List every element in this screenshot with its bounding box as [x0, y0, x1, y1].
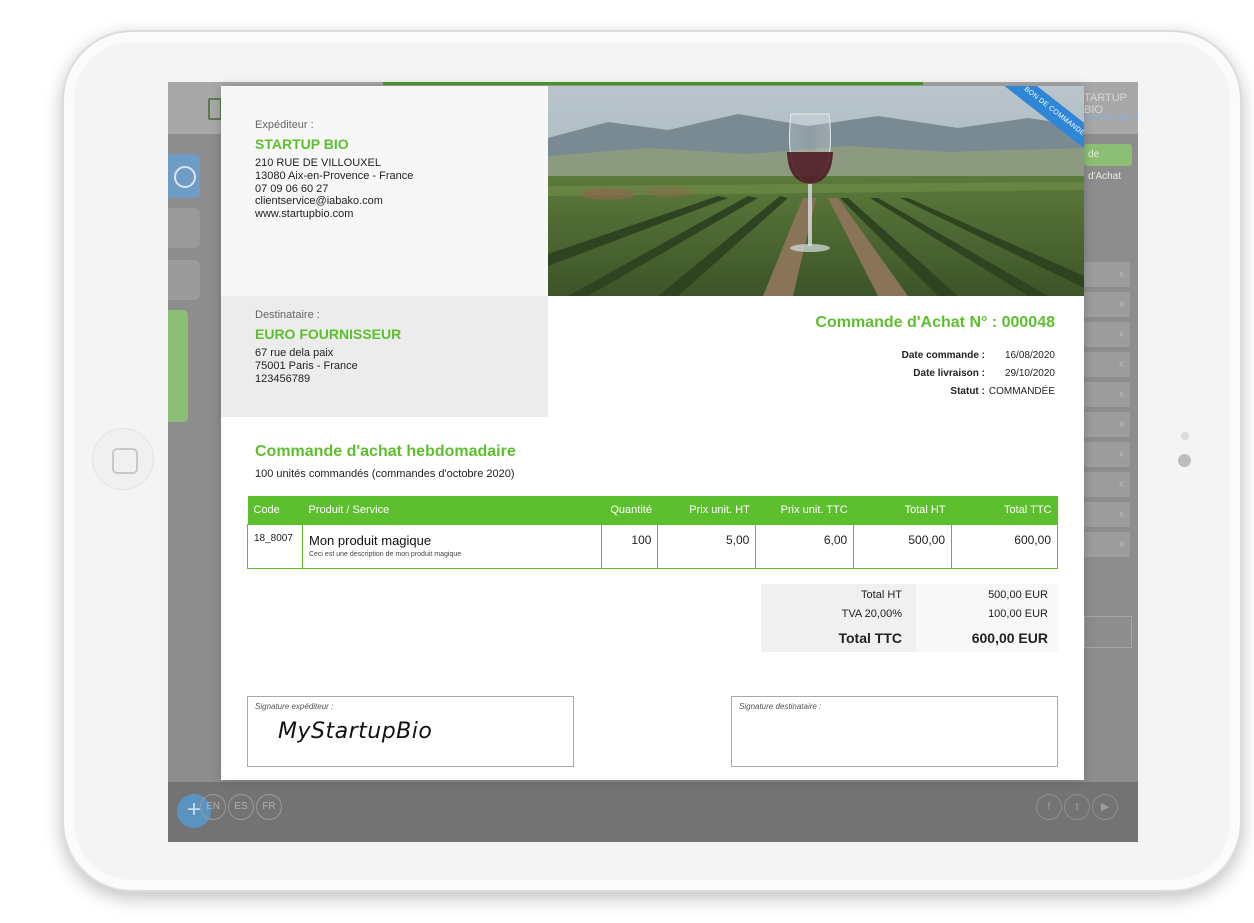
order-date-label: Date commande : [901, 350, 985, 361]
order-date-value: 16/08/2020 [1004, 350, 1055, 361]
cell-unit-ht: 5,00 [657, 523, 757, 569]
product-description: Ceci est une description de mon produit … [308, 550, 462, 558]
column-header-product: Produit / Service [302, 496, 602, 524]
column-header-code: Code [247, 496, 303, 524]
vineyard-photo: BON DE COMMANDE [548, 86, 1084, 296]
menu-icon[interactable] [168, 154, 200, 198]
recipient-address-line: 67 rue dela paix [255, 347, 334, 359]
app-footer [168, 782, 1138, 842]
delivery-date-row: Date livraison : 29/10/2020 [902, 365, 1055, 383]
column-header-quantity: Quantité [601, 496, 658, 524]
totals-summary: Total HT 500,00 EUR TVA 20,00% 100,00 EU… [761, 584, 1058, 652]
status-badge: COMMANDÉE [988, 386, 1055, 397]
sender-name: STARTUP BIO [255, 136, 349, 152]
sender-block: Expéditeur : STARTUP BIO 210 RUE DE VILL… [221, 86, 548, 296]
delivery-date-value: 29/10/2020 [1004, 368, 1055, 379]
column-header-total-ht: Total HT [853, 496, 952, 524]
column-header-unit-ht: Prix unit. HT [657, 496, 756, 524]
order-section-subtitle: 100 unités commandés (commandes d'octobr… [255, 468, 515, 480]
list-item-close[interactable]: x [1084, 382, 1130, 407]
total-ht-value: 500,00 EUR [916, 584, 1058, 604]
sender-email: clientservice@iabako.com [255, 195, 383, 208]
user-menu[interactable]: ent Service ▾ [1082, 112, 1138, 123]
order-section-title: Commande d'achat hebdomadaire [255, 443, 516, 460]
purchase-order-document: Expéditeur : STARTUP BIO 210 RUE DE VILL… [221, 86, 1084, 780]
list-item-close[interactable]: x [1084, 352, 1130, 377]
recipient-name: EURO FOURNISSEUR [255, 326, 402, 342]
sender-signature-label: Signature expéditeur : [255, 702, 334, 711]
recipient-phone: 123456789 [255, 372, 311, 385]
sender-city-line: 13080 Aix-en-Provence - France [255, 169, 414, 182]
sender-address-line: 210 RUE DE VILLOUXEL [255, 157, 381, 169]
language-en-button[interactable]: EN [200, 794, 226, 820]
language-es-button[interactable]: ES [228, 794, 254, 820]
background-input[interactable] [1084, 616, 1132, 648]
recipient-label: Destinataire : [255, 309, 320, 321]
column-header-total-ttc: Total TTC [951, 496, 1058, 524]
table-row: 18_8007 Mon produit magique Ceci est une… [247, 523, 1058, 569]
new-purchase-order-button[interactable]: de d'Achat [1084, 144, 1132, 182]
total-ttc-row: Total TTC 600,00 EUR [761, 624, 1058, 652]
sender-signature: MyStartupBio [278, 719, 433, 744]
notifications-icon[interactable] [168, 208, 200, 248]
order-meta: Date commande : 16/08/2020 Date livraison… [902, 347, 1055, 401]
column-header-unit-ttc: Prix unit. TTC [755, 496, 854, 524]
cell-total-ht: 500,00 [853, 523, 953, 569]
camera-dot [1178, 454, 1191, 467]
header-accent-line [383, 82, 923, 85]
list-item-close[interactable]: x [1084, 502, 1130, 527]
total-ht-label: Total HT [761, 584, 916, 604]
background-list: x x x x x x x x x x [1084, 262, 1130, 562]
sidebar-tab-enterprise[interactable] [168, 310, 188, 422]
cell-quantity: 100 [601, 523, 659, 569]
list-item-close[interactable]: x [1084, 262, 1130, 287]
status-row: Statut : COMMANDÉE [902, 383, 1055, 401]
youtube-icon[interactable]: ▶ [1092, 794, 1118, 820]
total-ttc-label: Total TTC [761, 624, 916, 652]
delivery-date-label: Date livraison : [913, 368, 985, 379]
language-fr-button[interactable]: FR [256, 794, 282, 820]
sender-signature-box[interactable]: Signature expéditeur : MyStartupBio [247, 696, 574, 767]
home-button[interactable] [92, 428, 154, 490]
sender-label: Expéditeur : [255, 119, 314, 131]
tva-row: TVA 20,00% 100,00 EUR [761, 604, 1058, 624]
cell-unit-ttc: 6,00 [755, 523, 855, 569]
list-item-close[interactable]: x [1084, 472, 1130, 497]
product-name: Mon produit magique [308, 532, 432, 548]
sender-website: www.startupbio.com [255, 208, 354, 221]
order-date-row: Date commande : 16/08/2020 [902, 347, 1055, 365]
cell-product: Mon produit magique Ceci est une descrip… [301, 523, 603, 569]
recipient-signature-box[interactable]: Signature destinataire : [731, 696, 1058, 767]
total-ht-row: Total HT 500,00 EUR [761, 584, 1058, 604]
list-item-close[interactable]: x [1084, 292, 1130, 317]
recipient-city-line: 75001 Paris - France [255, 359, 358, 372]
status-label: Statut : [950, 386, 985, 397]
total-ttc-value: 600,00 EUR [916, 624, 1058, 652]
recipient-block: Destinataire : EURO FOURNISSEUR 67 rue d… [221, 296, 548, 417]
list-item-close[interactable]: x [1084, 412, 1130, 437]
recipient-signature-label: Signature destinataire : [739, 702, 822, 711]
list-item-close[interactable]: x [1084, 322, 1130, 347]
app-logo-icon[interactable] [208, 98, 222, 120]
sender-phone: 07 09 06 60 27 [255, 182, 329, 195]
list-item-close[interactable]: x [1084, 532, 1130, 557]
twitter-icon[interactable]: t [1064, 794, 1090, 820]
facebook-icon[interactable]: f [1036, 794, 1062, 820]
cell-code: 18_8007 [247, 523, 303, 569]
order-items-table: Code Produit / Service Quantité Prix uni… [247, 496, 1058, 569]
order-number-title: Commande d'Achat N° : 000048 [815, 314, 1055, 331]
vineyard-wine-glass-image [548, 86, 1084, 296]
sensor-dot [1181, 432, 1189, 440]
table-header-row: Code Produit / Service Quantité Prix uni… [247, 496, 1058, 524]
finance-icon[interactable] [168, 260, 200, 300]
tva-label: TVA 20,00% [761, 604, 916, 624]
cell-total-ttc: 600,00 [951, 523, 1058, 569]
list-item-close[interactable]: x [1084, 442, 1130, 467]
tva-value: 100,00 EUR [916, 604, 1058, 624]
